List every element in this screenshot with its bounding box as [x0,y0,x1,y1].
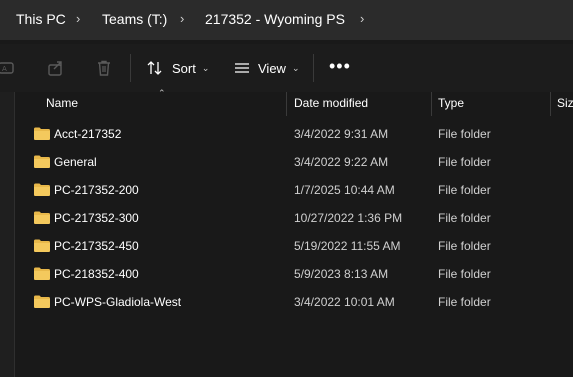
list-item[interactable]: PC-218352-400 5/9/2023 8:13 AM File fold… [16,260,573,288]
sort-label: Sort [172,60,196,76]
file-date: 1/7/2025 10:44 AM [294,183,395,197]
file-date: 5/9/2023 8:13 AM [294,267,389,281]
file-type: File folder [438,211,491,225]
toolbar-divider [313,54,314,82]
view-button[interactable]: View ⌄ [233,56,300,80]
column-headers: Name Date modified Type Siz [16,92,573,118]
file-name: PC-218352-400 [54,267,139,281]
list-item[interactable]: PC-WPS-Gladiola-West 3/4/2022 10:01 AM F… [16,288,573,316]
file-date: 5/19/2022 11:55 AM [294,239,401,253]
file-name: PC-217352-450 [54,239,139,253]
breadcrumb-item-teams-drive[interactable]: Teams (T:) [102,11,167,27]
breadcrumb-separator-icon: › [76,11,81,26]
sort-button[interactable]: Sort ⌄ [146,56,209,80]
list-item[interactable]: General 3/4/2022 9:22 AM File folder [16,148,573,176]
breadcrumb-separator-icon[interactable]: › [360,11,364,26]
folder-icon [34,183,50,196]
column-header-size[interactable]: Siz [557,96,573,110]
folder-icon [34,211,50,224]
sort-icon [146,59,164,77]
file-name: General [54,155,97,169]
chevron-down-icon: ⌄ [291,62,300,73]
delete-icon[interactable] [95,59,113,77]
file-name: PC-217352-300 [54,211,139,225]
breadcrumb-separator-icon: › [180,11,185,26]
more-options-button[interactable]: ••• [329,56,351,77]
svg-text:A: A [2,65,7,73]
file-type: File folder [438,183,491,197]
file-date: 3/4/2022 10:01 AM [294,295,395,309]
folder-icon [34,127,50,140]
file-date: 3/4/2022 9:22 AM [294,155,389,169]
file-name: PC-WPS-Gladiola-West [54,295,182,309]
column-header-date-modified[interactable]: Date modified [294,96,368,110]
file-name: PC-217352-200 [54,183,139,197]
breadcrumb-item-this-pc[interactable]: This PC [16,11,66,27]
column-header-type[interactable]: Type [438,96,464,110]
folder-icon [34,295,50,308]
breadcrumb-item-current-folder[interactable]: 217352 - Wyoming PS [205,11,345,27]
list-item[interactable]: Acct-217352 3/4/2022 9:31 AM File folder [16,120,573,148]
file-type: File folder [438,155,491,169]
file-type: File folder [438,127,491,141]
file-list: Acct-217352 3/4/2022 9:31 AM File folder… [16,120,573,316]
list-item[interactable]: PC-217352-450 5/19/2022 11:55 AM File fo… [16,232,573,260]
file-type: File folder [438,267,491,281]
file-type: File folder [438,239,491,253]
view-label: View [258,60,286,76]
column-divider[interactable] [286,92,287,116]
breadcrumb: This PC › Teams (T:) › 217352 - Wyoming … [0,0,573,40]
column-header-name[interactable]: Name [46,96,78,110]
column-divider[interactable] [550,92,551,116]
chevron-down-icon: ⌄ [201,62,210,73]
folder-icon [34,155,50,168]
file-type: File folder [438,295,491,309]
folder-icon [34,239,50,252]
list-item[interactable]: PC-217352-200 1/7/2025 10:44 AM File fol… [16,176,573,204]
command-bar: A Sort ⌄ View ⌄ ••• [0,44,573,92]
navigation-pane-edge[interactable] [0,92,15,377]
view-icon [233,59,251,77]
file-date: 3/4/2022 9:31 AM [294,127,389,141]
file-explorer-window: This PC › Teams (T:) › 217352 - Wyoming … [0,0,573,377]
file-date: 10/27/2022 1:36 PM [294,211,403,225]
file-name: Acct-217352 [54,127,122,141]
share-icon[interactable] [47,59,65,77]
rename-icon[interactable]: A [0,59,16,77]
folder-icon [34,267,50,280]
column-divider[interactable] [431,92,432,116]
toolbar-divider [130,54,131,82]
list-item[interactable]: PC-217352-300 10/27/2022 1:36 PM File fo… [16,204,573,232]
